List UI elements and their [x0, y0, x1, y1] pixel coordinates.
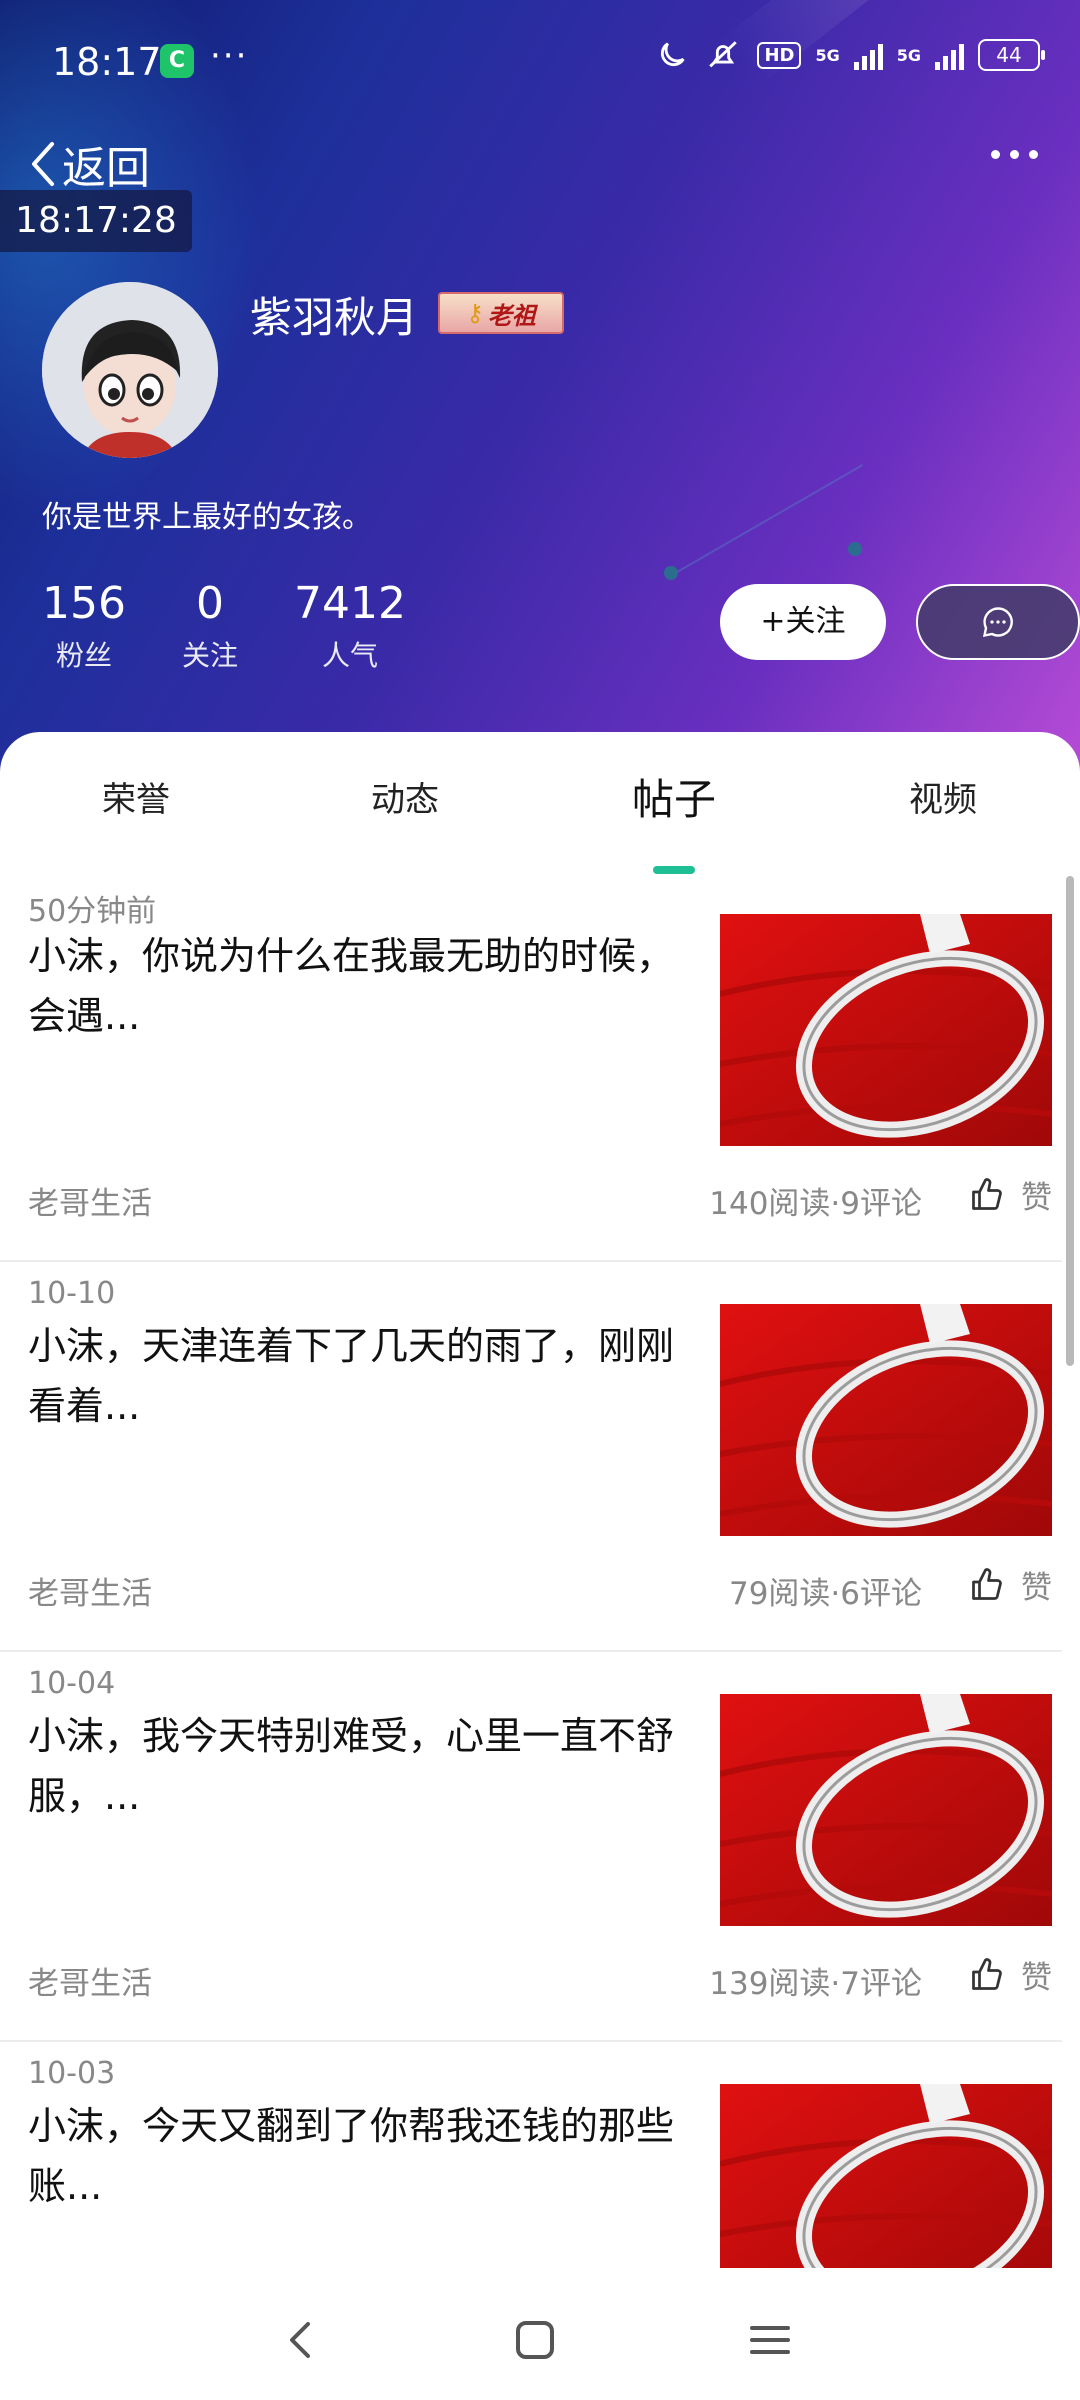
profile-stats: 156 粉丝 0 关注 7412 人气	[42, 578, 462, 674]
like-button[interactable]: 赞	[969, 1562, 1052, 1607]
tab-videos[interactable]: 视频	[843, 772, 1043, 821]
post-thumbnail[interactable]	[720, 2084, 1052, 2268]
back-label: 返回	[62, 143, 150, 194]
status-icons: HD 5G 5G 44	[655, 38, 1045, 72]
stat-value: 7412	[294, 578, 406, 629]
thumbs-up-icon	[972, 1957, 1002, 1990]
stat-following[interactable]: 0 关注	[182, 578, 238, 674]
post-title: 小沫，今天又翻到了你帮我还钱的那些账...	[28, 2104, 675, 2208]
battery-icon: 44	[978, 39, 1045, 71]
status-time: 18:17	[52, 40, 162, 84]
decor-dot	[664, 566, 678, 580]
post-stats: 139阅读·7评论	[709, 1966, 922, 2002]
nav-back-button[interactable]	[270, 2310, 330, 2370]
profile-header: 18:17 C ··· HD 5G 5G 44 返回 18:17:28 紫羽秋月…	[0, 0, 1080, 780]
decor-line	[671, 464, 864, 576]
status-bar: 18:17 C ··· HD 5G 5G 44	[0, 30, 1080, 94]
app-notification-icon: C	[160, 44, 194, 78]
post-date: 10-03	[28, 2056, 116, 2091]
post-date: 10-04	[28, 1666, 116, 1701]
key-icon: ⚷	[466, 299, 484, 327]
post-item[interactable]: 10-10 小沫，天津连着下了几天的雨了，刚刚看着... 老哥生活 79阅读·6…	[0, 1262, 1062, 1652]
message-button[interactable]	[916, 584, 1080, 660]
nav-menu-button[interactable]	[740, 2310, 800, 2370]
post-thumbnail[interactable]	[720, 1304, 1052, 1536]
moon-icon	[661, 42, 685, 67]
system-nav-bar	[0, 2280, 1080, 2400]
like-button[interactable]: 赞	[969, 1172, 1052, 1217]
stat-label: 人气	[321, 639, 378, 672]
nav-home-icon	[516, 2321, 554, 2359]
post-stats: 79阅读·6评论	[728, 1576, 922, 1612]
rank-badge-text: 老祖	[487, 301, 536, 330]
post-title: 小沫，天津连着下了几天的雨了，刚刚看着...	[28, 1324, 675, 1428]
post-thumbnail[interactable]	[720, 914, 1052, 1146]
post-title: 小沫，你说为什么在我最无助的时候，会遇...	[28, 934, 675, 1038]
post-stats: 140阅读·9评论	[709, 1186, 922, 1222]
like-label: 赞	[1021, 1960, 1052, 1996]
rank-badge: ⚷ 老祖	[438, 292, 564, 334]
post-section: 老哥生活	[28, 1966, 152, 2002]
post-item[interactable]: 10-04 小沫，我今天特别难受，心里一直不舒服，... 老哥生活 139阅读·…	[0, 1652, 1062, 2042]
nav-back-icon	[290, 2322, 310, 2358]
post-section: 老哥生活	[28, 1186, 152, 1222]
more-options-icon[interactable]	[991, 150, 1038, 159]
stat-value: 0	[195, 578, 224, 629]
profile-bio: 你是世界上最好的女孩。	[42, 500, 372, 535]
like-label: 赞	[1021, 1180, 1052, 1216]
tab-posts[interactable]: 帖子	[574, 766, 774, 827]
mute-bell-icon	[709, 41, 738, 68]
username: 紫羽秋月	[250, 293, 419, 342]
stat-value: 156	[42, 578, 126, 629]
post-date: 10-10	[28, 1276, 116, 1311]
nav-home-button[interactable]	[505, 2310, 565, 2370]
stat-fans[interactable]: 156 粉丝	[42, 578, 126, 674]
stat-popularity: 7412 人气	[294, 578, 406, 674]
like-button[interactable]: 赞	[969, 1952, 1052, 1997]
thumbs-up-icon	[972, 1177, 1002, 1210]
post-thumbnail[interactable]	[720, 1694, 1052, 1926]
post-item[interactable]: 50分钟前 小沫，你说为什么在我最无助的时候，会遇... 老哥生活 140阅读·…	[0, 872, 1062, 1262]
network-5g-label-2: 5G	[896, 45, 921, 65]
nav-menu-icon	[750, 2326, 790, 2354]
tab-activity[interactable]: 动态	[305, 772, 505, 821]
chat-bubble-icon	[982, 607, 1013, 638]
like-label: 赞	[1021, 1570, 1052, 1606]
post-date: 50分钟前	[28, 894, 157, 929]
profile-tabs: 荣誉 动态 帖子 视频	[0, 762, 1080, 852]
back-button[interactable]: 返回	[28, 132, 150, 196]
stat-label: 关注	[181, 639, 238, 672]
decor-dot	[848, 542, 862, 556]
post-item[interactable]: 10-03 小沫，今天又翻到了你帮我还钱的那些账...	[0, 2042, 1062, 2280]
timestamp-overlay: 18:17:28	[0, 190, 192, 252]
signal-icon-2	[935, 40, 964, 70]
chevron-left-icon	[32, 142, 54, 186]
network-5g-label: 5G	[815, 45, 840, 65]
post-title: 小沫，我今天特别难受，心里一直不舒服，...	[28, 1714, 675, 1818]
signal-icon	[853, 40, 883, 70]
avatar[interactable]	[42, 282, 218, 458]
post-section: 老哥生活	[28, 1576, 152, 1612]
hd-icon: HD	[757, 41, 802, 69]
tab-honors[interactable]: 荣誉	[36, 772, 236, 821]
more-notifications-icon: ···	[210, 36, 249, 76]
scrollbar[interactable]	[1066, 876, 1074, 1366]
thumbs-up-icon	[972, 1567, 1002, 1600]
stat-label: 粉丝	[55, 639, 112, 672]
follow-button[interactable]: +关注	[720, 584, 886, 660]
